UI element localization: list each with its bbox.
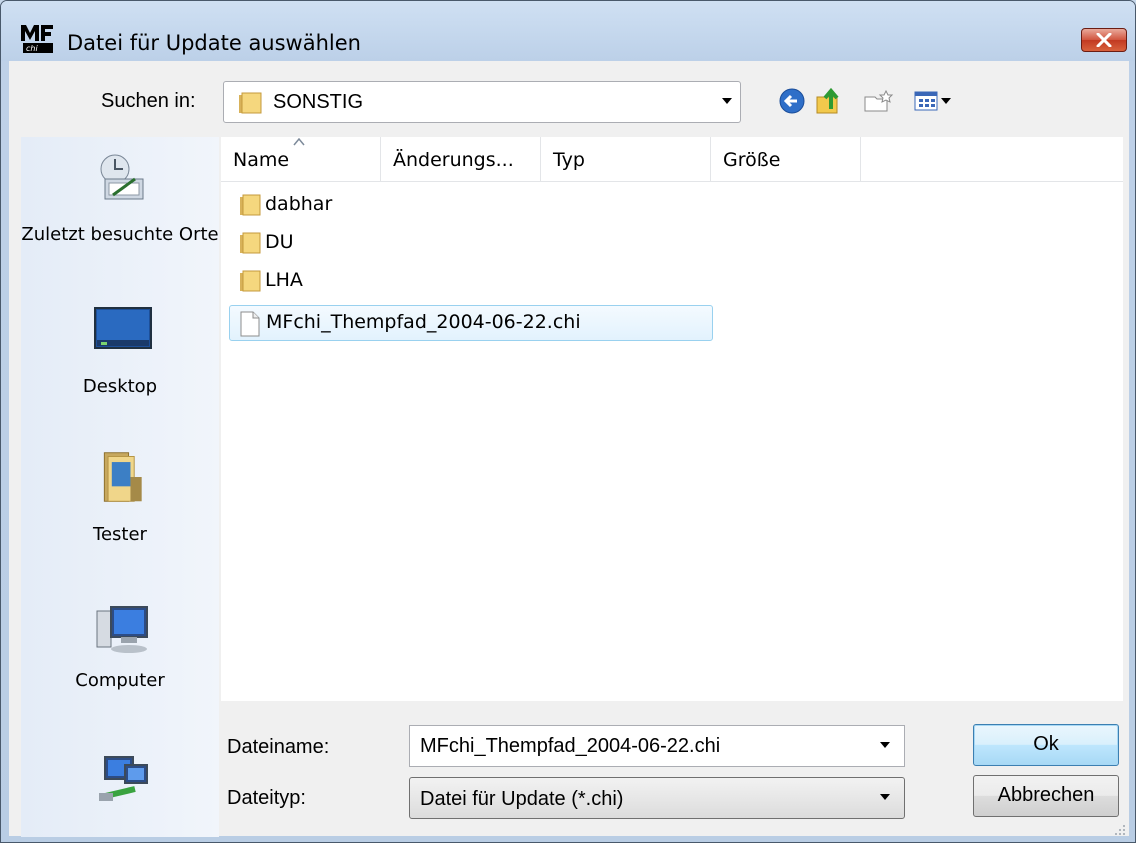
view-menu-icon[interactable]: [911, 85, 967, 117]
column-name[interactable]: Name: [221, 137, 381, 181]
network-icon: [99, 756, 148, 801]
lookin-value: SONSTIG: [273, 91, 364, 113]
close-icon: [1096, 33, 1112, 47]
folder-icon: [239, 92, 262, 114]
file-name: MFchi_Thempfad_2004-06-22.chi: [266, 311, 581, 333]
filetype-select[interactable]: Datei für Update (*.chi): [409, 777, 905, 819]
column-size-label: Größe: [723, 149, 781, 171]
place-label-recent: Zuletzt besuchte Orte: [21, 224, 219, 245]
file-row[interactable]: DU: [229, 226, 629, 262]
file-name: dabhar: [265, 193, 333, 215]
filetype-label: Dateityp:: [227, 787, 306, 809]
lookin-label: Suchen in:: [101, 90, 196, 112]
folder-icon: [240, 232, 261, 254]
filename-label: Dateiname:: [227, 736, 330, 758]
column-modified[interactable]: Änderungs...: [381, 137, 541, 181]
sort-ascending-icon: [293, 138, 305, 146]
recent-places-icon: [100, 154, 144, 200]
file-name: LHA: [265, 269, 303, 291]
chevron-down-icon: [722, 98, 732, 104]
column-modified-label: Änderungs...: [393, 149, 514, 171]
computer-icon: [96, 606, 148, 653]
up-folder-icon[interactable]: [813, 85, 847, 117]
place-label-computer: Computer: [75, 670, 165, 691]
place-label-user: Tester: [93, 524, 147, 545]
column-header: Name Änderungs... Typ Größe: [221, 137, 1123, 182]
file-row[interactable]: dabhar: [229, 188, 629, 224]
filename-input[interactable]: MFchi_Thempfad_2004-06-22.chi: [409, 725, 905, 767]
file-row-selected[interactable]: MFchi_Thempfad_2004-06-22.chi: [229, 305, 713, 341]
column-name-label: Name: [233, 149, 290, 171]
places-bar: Zuletzt besuchte Orte Desktop Tester Com…: [21, 137, 219, 837]
back-arrow-icon[interactable]: [775, 85, 809, 117]
resize-grip-icon[interactable]: [1113, 823, 1127, 837]
window-title: Datei für Update auswählen: [67, 31, 361, 55]
place-label-desktop: Desktop: [82, 376, 158, 397]
app-icon: chi: [21, 25, 53, 53]
filetype-value: Datei für Update (*.chi): [420, 788, 624, 810]
file-name: DU: [265, 231, 294, 253]
folder-icon: [240, 194, 261, 216]
ok-button[interactable]: Ok: [973, 724, 1119, 766]
document-icon: [240, 311, 260, 337]
filename-value: MFchi_Thempfad_2004-06-22.chi: [420, 735, 721, 757]
svg-text:chi: chi: [26, 44, 38, 53]
file-row[interactable]: LHA: [229, 264, 629, 300]
column-size[interactable]: Größe: [711, 137, 861, 181]
dialog-window: chi Datei für Update auswählen Suchen in…: [0, 0, 1136, 843]
user-folder-icon: [103, 452, 142, 502]
column-type[interactable]: Typ: [541, 137, 711, 181]
column-type-label: Typ: [553, 149, 585, 171]
file-list[interactable]: Name Änderungs... Typ Größe dabhar DU LH…: [221, 137, 1123, 701]
folder-icon: [240, 270, 261, 292]
desktop-icon: [94, 307, 152, 349]
new-folder-icon[interactable]: [861, 85, 895, 117]
chevron-down-icon: [880, 794, 890, 800]
lookin-combobox[interactable]: SONSTIG: [223, 81, 741, 123]
cancel-button[interactable]: Abbrechen: [973, 775, 1119, 817]
chevron-down-icon: [880, 742, 890, 748]
title-bar[interactable]: chi Datei für Update auswählen: [1, 1, 1135, 61]
close-button[interactable]: [1081, 28, 1127, 52]
